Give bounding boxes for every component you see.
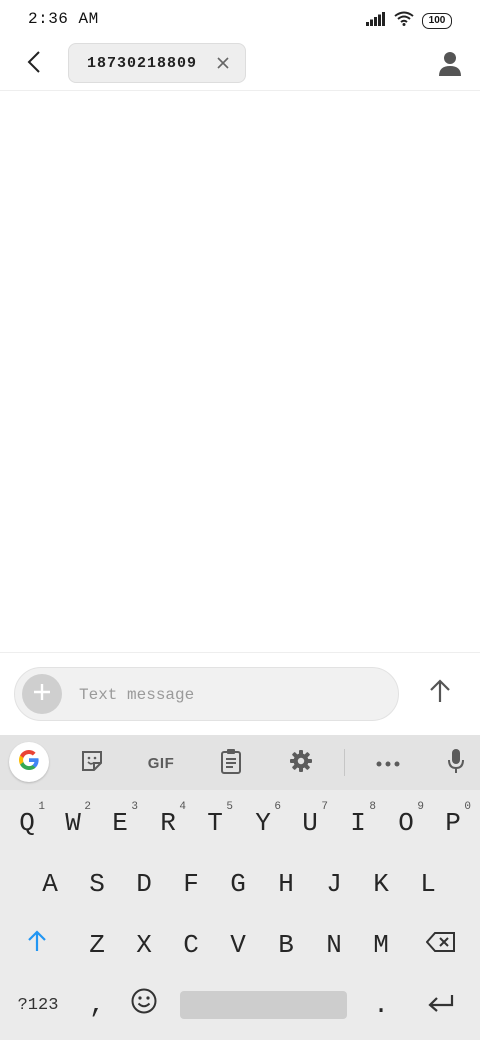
key-u[interactable]: 7U: [288, 797, 332, 849]
space-key[interactable]: [180, 991, 347, 1019]
send-arrow-icon: [429, 678, 451, 708]
key-w[interactable]: 2W: [51, 797, 95, 849]
key-n[interactable]: N: [312, 919, 356, 971]
emoji-key[interactable]: [122, 979, 166, 1031]
recipient-chip[interactable]: 18730218809: [68, 43, 246, 83]
key-s[interactable]: S: [75, 858, 119, 910]
send-button[interactable]: [420, 673, 460, 713]
recipient-number: 18730218809: [87, 54, 198, 72]
period-key[interactable]: .: [359, 979, 403, 1031]
comma-key[interactable]: ,: [75, 979, 119, 1031]
key-d[interactable]: D: [122, 858, 166, 910]
shift-icon: [27, 930, 47, 960]
shift-key[interactable]: [15, 919, 59, 971]
key-i[interactable]: 8I: [336, 797, 380, 849]
wifi-icon: [394, 11, 414, 31]
backspace-icon: [425, 930, 456, 960]
battery-icon: 100: [422, 13, 452, 29]
google-button[interactable]: [9, 742, 49, 782]
settings-button[interactable]: [281, 743, 321, 783]
enter-icon: [428, 990, 454, 1020]
clipboard-button[interactable]: [211, 743, 251, 783]
clipboard-icon: [220, 748, 242, 779]
sticker-button[interactable]: [72, 743, 112, 783]
key-o[interactable]: 9O: [384, 797, 428, 849]
gear-icon: [289, 749, 313, 778]
person-icon: [436, 52, 461, 81]
back-button[interactable]: [18, 48, 50, 80]
key-q[interactable]: 1Q: [5, 797, 49, 849]
plus-icon: [33, 683, 51, 706]
google-icon: [17, 748, 41, 777]
enter-key[interactable]: [419, 979, 463, 1031]
emoji-icon: [131, 988, 157, 1022]
message-list: [0, 91, 480, 652]
add-attachment-button[interactable]: [22, 674, 62, 714]
voice-input-button[interactable]: [436, 743, 476, 783]
key-x[interactable]: X: [122, 919, 166, 971]
key-y[interactable]: 6Y: [241, 797, 285, 849]
gif-label: GIF: [147, 754, 175, 772]
message-input[interactable]: [77, 679, 381, 711]
sticker-icon: [80, 749, 104, 778]
key-f[interactable]: F: [169, 858, 213, 910]
contact-button[interactable]: [436, 50, 464, 78]
more-button[interactable]: [368, 743, 408, 783]
keyboard-toolbar: GIF: [0, 735, 480, 790]
conversation-header: 18730218809: [0, 40, 480, 91]
toolbar-separator: [344, 749, 345, 776]
key-m[interactable]: M: [359, 919, 403, 971]
more-icon: [376, 754, 400, 772]
back-arrow-icon: [26, 50, 42, 79]
backspace-key[interactable]: [419, 919, 463, 971]
key-b[interactable]: B: [264, 919, 308, 971]
key-v[interactable]: V: [216, 919, 260, 971]
mic-icon: [447, 748, 465, 779]
status-icons: 100: [366, 11, 452, 31]
key-l[interactable]: L: [406, 858, 450, 910]
key-c[interactable]: C: [169, 919, 213, 971]
close-icon[interactable]: [215, 55, 231, 71]
symbols-key[interactable]: ?123: [12, 979, 64, 1031]
key-t[interactable]: 5T: [193, 797, 237, 849]
signal-icon: [366, 11, 386, 31]
keyboard: GIF 1 Q 2 W 3 E 4 R 5 T 6 Y 7 U 8 I 9 O …: [0, 735, 480, 1040]
compose-field: [14, 667, 399, 721]
key-k[interactable]: K: [359, 858, 403, 910]
gif-button[interactable]: GIF: [138, 743, 184, 783]
key-a[interactable]: A: [28, 858, 72, 910]
key-h[interactable]: H: [264, 858, 308, 910]
key-p[interactable]: 0P: [431, 797, 475, 849]
status-bar: 2:36 AM 100: [0, 0, 480, 40]
key-z[interactable]: Z: [75, 919, 119, 971]
key-g[interactable]: G: [216, 858, 260, 910]
status-time: 2:36 AM: [28, 10, 99, 28]
key-r[interactable]: 4R: [146, 797, 190, 849]
key-e[interactable]: 3E: [98, 797, 142, 849]
key-j[interactable]: J: [312, 858, 356, 910]
compose-divider: [0, 652, 480, 653]
